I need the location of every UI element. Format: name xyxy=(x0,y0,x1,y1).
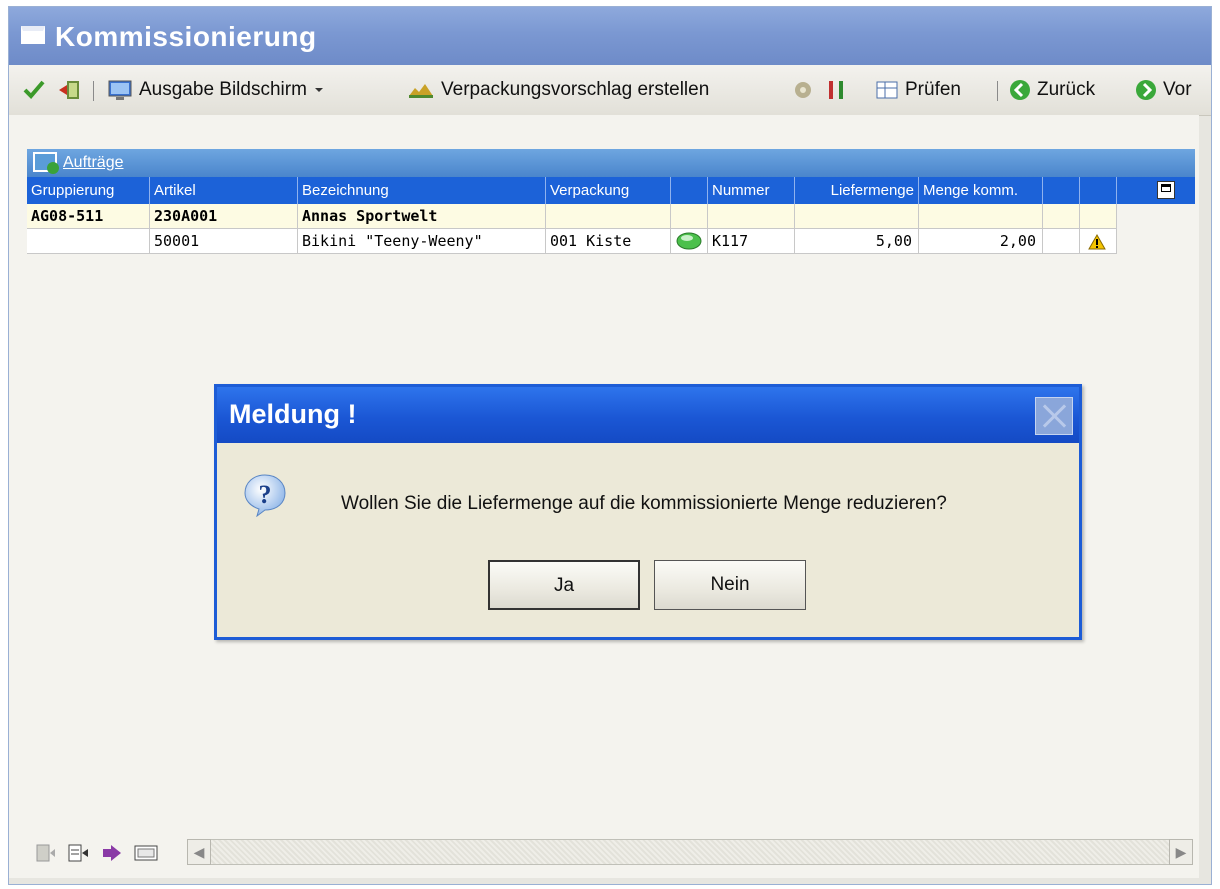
check-button[interactable]: Prüfen xyxy=(875,79,961,101)
scroll-left-button[interactable]: ◀ xyxy=(187,839,211,865)
yes-button[interactable]: Ja xyxy=(488,560,640,610)
checkmark-icon xyxy=(23,80,45,99)
forward-label: Vor xyxy=(1163,79,1192,100)
next-record-icon[interactable] xyxy=(101,843,123,863)
cell-liefermenge: 5,00 xyxy=(795,229,919,254)
check-label: Prüfen xyxy=(905,79,961,100)
svg-text:?: ? xyxy=(259,480,272,509)
message-dialog: Meldung ! ? Wollen Sie die Liefermenge a… xyxy=(214,384,1082,640)
tool-button-2[interactable] xyxy=(825,79,847,101)
scroll-right-button[interactable]: ▶ xyxy=(1169,839,1193,865)
new-record-icon[interactable] xyxy=(133,843,159,863)
title-bar: Kommissionierung xyxy=(9,7,1211,65)
tool-button-1[interactable] xyxy=(791,79,815,101)
dialog-message: Wollen Sie die Liefermenge auf die kommi… xyxy=(341,493,947,514)
cell-verpackung xyxy=(546,204,671,229)
cell-nummer xyxy=(708,204,795,229)
cell-gruppierung xyxy=(27,229,150,254)
grid-header: Gruppierung Artikel Bezeichnung Verpacku… xyxy=(27,177,1195,204)
cell-artikel: 50001 xyxy=(150,229,298,254)
exit-button[interactable] xyxy=(57,79,83,101)
dialog-title-bar: Meldung ! xyxy=(217,387,1079,443)
output-screen-label: Ausgabe Bildschirm xyxy=(139,79,307,100)
cell-bezeichnung: Annas Sportwelt xyxy=(298,204,546,229)
column-header-nummer[interactable]: Nummer xyxy=(708,177,795,204)
packaging-proposal-label: Verpackungsvorschlag erstellen xyxy=(441,79,710,100)
table-row[interactable]: 50001 Bikini "Teeny-Weeny" 001 Kiste K11… xyxy=(27,229,1117,254)
cell-liefermenge xyxy=(795,204,919,229)
orders-panel-header: Aufträge xyxy=(27,149,1195,177)
cell-nummer: K117 xyxy=(708,229,795,254)
column-header-menge-komm[interactable]: Menge komm. xyxy=(919,177,1043,204)
column-header-status[interactable] xyxy=(671,177,708,204)
sort-arrows-icon xyxy=(829,81,843,99)
first-record-icon[interactable] xyxy=(35,843,57,863)
dialog-close-button[interactable] xyxy=(1035,397,1073,435)
package-gear-icon xyxy=(795,82,811,98)
monitor-icon xyxy=(108,80,132,100)
cell-extra-2 xyxy=(1080,204,1117,229)
column-header-extra-2[interactable] xyxy=(1080,177,1117,204)
window-title: Kommissionierung xyxy=(55,21,317,52)
column-header-liefermenge[interactable]: Liefermenge xyxy=(795,177,919,204)
no-button[interactable]: Nein xyxy=(654,560,806,610)
orders-panel-title[interactable]: Aufträge xyxy=(63,154,123,172)
toolbar: Ausgabe Bildschirm Verpackungsvorschlag … xyxy=(9,65,1211,116)
horizontal-scrollbar[interactable] xyxy=(187,839,1193,865)
exit-door-icon xyxy=(59,81,79,99)
cell-artikel: 230A001 xyxy=(150,204,298,229)
arrow-right-circle-icon xyxy=(1136,80,1156,100)
question-icon: ? xyxy=(244,474,286,517)
cell-status xyxy=(671,204,708,229)
cell-gruppierung: AG08-511 xyxy=(27,204,150,229)
column-header-extra-1[interactable] xyxy=(1043,177,1080,204)
cell-extra-1 xyxy=(1043,204,1080,229)
column-header-gruppierung[interactable]: Gruppierung xyxy=(27,177,150,204)
cell-extra-1 xyxy=(1043,229,1080,254)
toolbar-separator xyxy=(93,81,94,101)
green-status-icon xyxy=(676,232,702,250)
column-header-bezeichnung[interactable]: Bezeichnung xyxy=(298,177,546,204)
maximize-grid-button[interactable] xyxy=(1157,181,1175,199)
cell-status xyxy=(671,229,708,254)
column-header-artikel[interactable]: Artikel xyxy=(150,177,298,204)
output-screen-dropdown[interactable]: Ausgabe Bildschirm xyxy=(107,79,325,101)
cell-extra-2 xyxy=(1080,229,1117,254)
packaging-icon xyxy=(409,84,433,98)
column-header-verpackung[interactable]: Verpackung xyxy=(546,177,671,204)
packaging-proposal-button[interactable]: Verpackungsvorschlag erstellen xyxy=(407,79,709,101)
cell-verpackung: 001 Kiste xyxy=(546,229,671,254)
table-row-group[interactable]: AG08-511 230A001 Annas Sportwelt xyxy=(27,204,1117,229)
check-table-icon xyxy=(876,81,898,99)
back-button[interactable]: Zurück xyxy=(1009,79,1095,101)
cell-menge-komm xyxy=(919,204,1043,229)
bottom-bar: ◀ ▶ xyxy=(27,839,1193,869)
chevron-down-icon xyxy=(314,88,323,92)
forward-button[interactable]: Vor xyxy=(1135,79,1192,101)
warning-icon xyxy=(1088,234,1106,250)
window-icon xyxy=(21,26,45,44)
toolbar-separator xyxy=(997,81,998,101)
arrow-left-circle-icon xyxy=(1010,80,1030,100)
cell-bezeichnung: Bikini "Teeny-Weeny" xyxy=(298,229,546,254)
previous-record-icon[interactable] xyxy=(67,843,91,863)
orders-icon xyxy=(33,152,59,174)
back-label: Zurück xyxy=(1037,79,1096,100)
dialog-title: Meldung ! xyxy=(229,399,357,429)
confirm-button[interactable] xyxy=(23,79,45,99)
cell-menge-komm: 2,00 xyxy=(919,229,1043,254)
